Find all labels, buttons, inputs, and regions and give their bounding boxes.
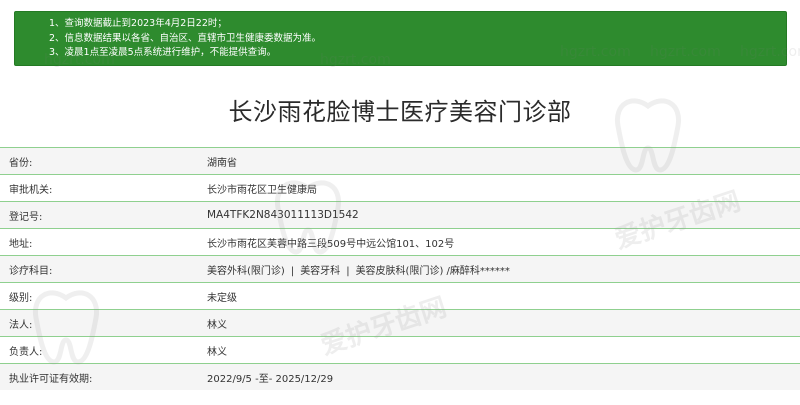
notice-banner: 1、查询数据截止到2023年4月2日22时； 2、信息数据结果以各省、自治区、直… <box>14 11 787 66</box>
row-value: 林义 <box>207 346 227 358</box>
row-value: 长沙市雨花区芙蓉中路三段509号中远公馆101、102号 <box>207 238 455 250</box>
info-table: 省份: 湖南省 审批机关: 长沙市雨花区卫生健康局 登记号: MA4TFK2N8… <box>0 147 800 390</box>
row-value: 长沙市雨花区卫生健康局 <box>207 184 317 196</box>
row-label: 执业许可证有效期: <box>9 373 93 385</box>
table-row-registration-number: 登记号: MA4TFK2N843011113D1542 <box>0 201 800 228</box>
page-title: 长沙雨花脸博士医疗美容门诊部 <box>228 98 572 126</box>
row-label: 省份: <box>9 157 33 169</box>
row-value: 林义 <box>207 319 227 331</box>
row-value: 湖南省 <box>207 157 237 169</box>
table-row-address: 地址: 长沙市雨花区芙蓉中路三段509号中远公馆101、102号 <box>0 228 800 255</box>
notice-line-3: 3、凌晨1点至凌晨5点系统进行维护，不能提供查询。 <box>49 47 277 58</box>
row-label: 地址: <box>9 238 33 250</box>
table-row-legal-person: 法人: 林义 <box>0 309 800 336</box>
separator: | <box>290 265 295 277</box>
table-row-approval-authority: 审批机关: 长沙市雨花区卫生健康局 <box>0 174 800 201</box>
row-label: 级别: <box>9 292 33 304</box>
table-row-person-in-charge: 负责人: 林义 <box>0 336 800 363</box>
row-label: 诊疗科目: <box>9 265 53 277</box>
row-value: MA4TFK2N843011113D1542 <box>207 209 359 221</box>
notice-line-1: 1、查询数据截止到2023年4月2日22时； <box>49 18 227 29</box>
table-row-departments: 诊疗科目: 美容外科(限门诊) | 美容牙科 | 美容皮肤科(限门诊) /麻醉科****… <box>0 255 800 282</box>
table-row-level: 级别: 未定级 <box>0 282 800 309</box>
row-label: 法人: <box>9 319 33 331</box>
separator: | <box>346 265 350 277</box>
row-label: 登记号: <box>9 211 43 223</box>
row-label: 负责人: <box>9 346 43 358</box>
department-item: 美容皮肤科(限门诊) /麻醉科****** <box>355 265 510 277</box>
row-value: 2022/9/5 -至- 2025/12/29 <box>207 373 334 385</box>
table-row-license-validity: 执业许可证有效期: 2022/9/5 -至- 2025/12/29 <box>0 363 800 390</box>
department-item: 美容牙科 <box>300 265 341 277</box>
department-item: 美容外科(限门诊) <box>207 265 285 277</box>
row-value-departments: 美容外科(限门诊) | 美容牙科 | 美容皮肤科(限门诊) /麻醉科****** <box>200 262 800 277</box>
row-label: 审批机关: <box>9 184 53 196</box>
notice-line-2: 2、信息数据结果以各省、自治区、直辖市卫生健康委数据为准。 <box>49 32 322 44</box>
row-value: 未定级 <box>207 292 237 304</box>
table-row-province: 省份: 湖南省 <box>0 147 800 174</box>
